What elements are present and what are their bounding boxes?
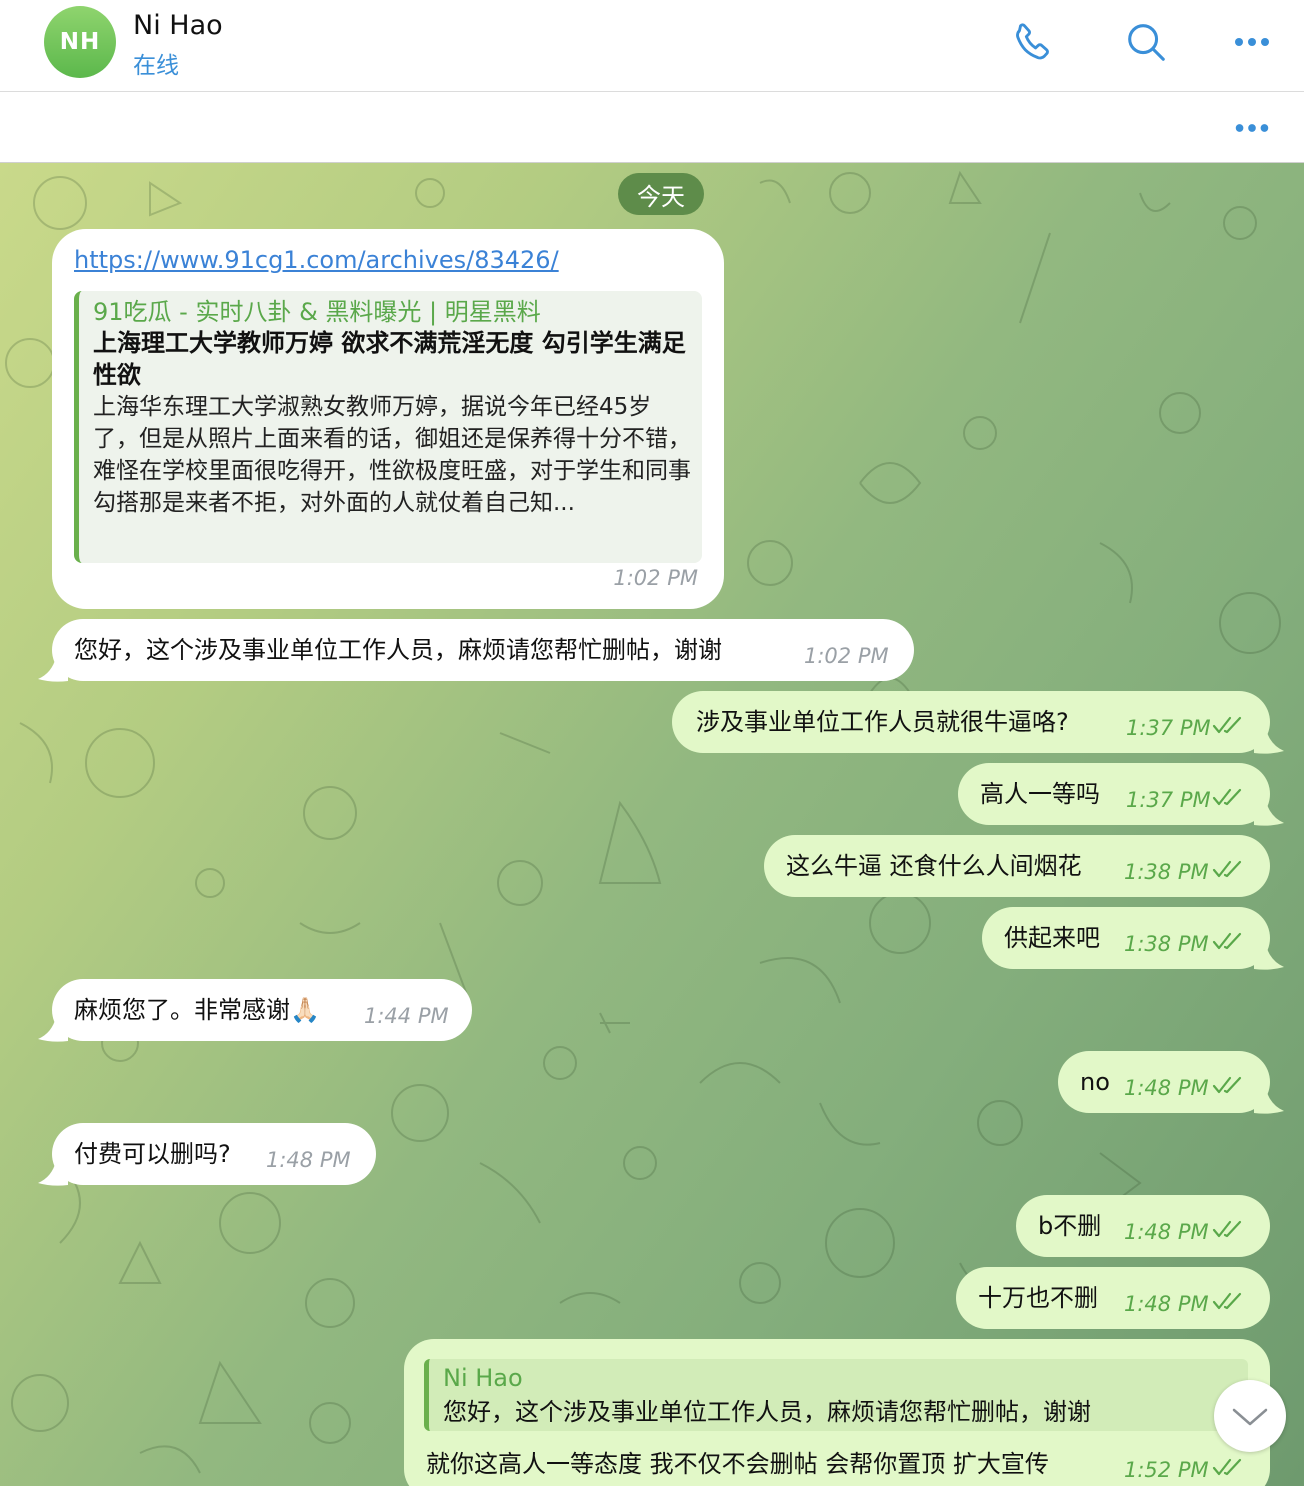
- message-text: 高人一等吗: [980, 780, 1100, 808]
- read-checkmarks-icon: [1212, 1220, 1242, 1238]
- message-text: 麻烦您了。非常感谢🙏🏻: [74, 996, 320, 1024]
- bubble-tail: [1254, 801, 1284, 826]
- quoted-text: 您好，这个涉及事业单位工作人员，麻烦请您帮忙删帖，谢谢: [443, 1398, 1091, 1426]
- read-checkmarks-icon: [1212, 1076, 1242, 1094]
- read-checkmarks-icon: [1212, 1292, 1242, 1310]
- outgoing-message[interactable]: no 1:48 PM: [1058, 1051, 1270, 1113]
- message-text: 就你这高人一等态度 我不仅不会删帖 会帮你置顶 扩大宣传: [426, 1450, 1049, 1478]
- more-icon: [1235, 38, 1269, 46]
- incoming-message[interactable]: 付费可以删吗? 1:48 PM: [52, 1123, 376, 1185]
- message-time: 1:48 PM: [1124, 1076, 1209, 1100]
- chat-area[interactable]: 今天 https://www.91cg1.com/archives/83426/…: [0, 163, 1304, 1486]
- message-time: 1:44 PM: [364, 1004, 449, 1028]
- message-time: 1:48 PM: [1124, 1292, 1209, 1316]
- avatar[interactable]: NH: [44, 6, 116, 78]
- incoming-message[interactable]: 您好，这个涉及事业单位工作人员，麻烦请您帮忙删帖，谢谢 1:02 PM: [52, 619, 914, 681]
- message-time: 1:02 PM: [804, 644, 889, 668]
- bubble-tail: [38, 1161, 68, 1186]
- pinned-more-button[interactable]: [1230, 106, 1274, 150]
- date-separator: 今天: [618, 173, 704, 215]
- message-text: 十万也不删: [978, 1284, 1098, 1312]
- message-time: 1:38 PM: [1124, 860, 1209, 884]
- message-text: no: [1080, 1068, 1110, 1096]
- message-time: 1:37 PM: [1126, 788, 1211, 812]
- read-checkmarks-icon: [1212, 788, 1242, 806]
- outgoing-message[interactable]: b不删 1:48 PM: [1016, 1195, 1270, 1257]
- read-checkmarks-icon: [1212, 932, 1242, 950]
- bubble-tail: [1254, 1089, 1284, 1114]
- more-icon: [1235, 124, 1269, 132]
- quoted-sender-name: Ni Hao: [443, 1364, 523, 1392]
- phone-icon: [1016, 23, 1049, 60]
- message-text: 这么牛逼 还食什么人间烟花: [786, 852, 1082, 880]
- message-time: 1:02 PM: [613, 566, 698, 590]
- message-time: 1:37 PM: [1126, 716, 1211, 740]
- more-button[interactable]: [1226, 16, 1278, 68]
- bubble-tail: [38, 657, 68, 682]
- message-time: 1:48 PM: [266, 1148, 351, 1172]
- search-button[interactable]: [1120, 16, 1172, 68]
- contact-name[interactable]: Ni Hao: [133, 10, 223, 41]
- outgoing-message[interactable]: 供起来吧 1:38 PM: [982, 907, 1270, 969]
- link-preview-title: 上海理工大学教师万婷 欲求不满荒淫无度 勾引学生满足性欲: [93, 329, 686, 389]
- contact-status: 在线: [133, 53, 179, 79]
- outgoing-message[interactable]: 十万也不删 1:48 PM: [956, 1267, 1270, 1329]
- message-text: b不删: [1038, 1212, 1102, 1240]
- quoted-reply[interactable]: Ni Hao 您好，这个涉及事业单位工作人员，麻烦请您帮忙删帖，谢谢: [424, 1359, 1248, 1431]
- link-preview-description: 上海华东理工大学淑熟女教师万婷，据说今年已经45岁了，但是从照片上面来看的话，御…: [93, 394, 691, 516]
- search-icon: [1128, 24, 1165, 61]
- incoming-link-message[interactable]: https://www.91cg1.com/archives/83426/ 91…: [52, 229, 724, 609]
- chat-header: NH Ni Hao 在线: [0, 0, 1304, 92]
- outgoing-reply-message[interactable]: Ni Hao 您好，这个涉及事业单位工作人员，麻烦请您帮忙删帖，谢谢 就你这高人…: [404, 1339, 1270, 1486]
- outgoing-message[interactable]: 这么牛逼 还食什么人间烟花 1:38 PM: [764, 835, 1270, 897]
- message-text: 涉及事业单位工作人员就很牛逼咯?: [696, 708, 1069, 736]
- bubble-tail: [1254, 945, 1284, 970]
- outgoing-message[interactable]: 高人一等吗 1:37 PM: [958, 763, 1270, 825]
- message-time: 1:52 PM: [1124, 1458, 1209, 1482]
- message-time: 1:38 PM: [1124, 932, 1209, 956]
- outgoing-message[interactable]: 涉及事业单位工作人员就很牛逼咯? 1:37 PM: [672, 691, 1270, 753]
- message-time: 1:48 PM: [1124, 1220, 1209, 1244]
- read-checkmarks-icon: [1212, 860, 1242, 878]
- call-button[interactable]: [1008, 16, 1060, 68]
- message-text: 您好，这个涉及事业单位工作人员，麻烦请您帮忙删帖，谢谢: [74, 636, 722, 664]
- message-link[interactable]: https://www.91cg1.com/archives/83426/: [74, 243, 559, 277]
- message-text: 付费可以删吗?: [74, 1140, 231, 1168]
- chevron-down-icon: [1232, 1408, 1268, 1426]
- read-checkmarks-icon: [1212, 1458, 1242, 1476]
- scroll-to-bottom-button[interactable]: [1214, 1380, 1286, 1452]
- read-checkmarks-icon: [1212, 716, 1242, 734]
- bubble-tail: [1254, 729, 1284, 754]
- pinned-bar: [0, 92, 1304, 163]
- message-text: 供起来吧: [1004, 924, 1100, 952]
- link-preview-site: 91吃瓜 - 实时八卦 & 黑料曝光 | 明星黑料: [93, 298, 541, 326]
- link-preview[interactable]: 91吃瓜 - 实时八卦 & 黑料曝光 | 明星黑料 上海理工大学教师万婷 欲求不…: [74, 291, 702, 563]
- bubble-tail: [38, 1017, 68, 1042]
- incoming-message[interactable]: 麻烦您了。非常感谢🙏🏻 1:44 PM: [52, 979, 472, 1041]
